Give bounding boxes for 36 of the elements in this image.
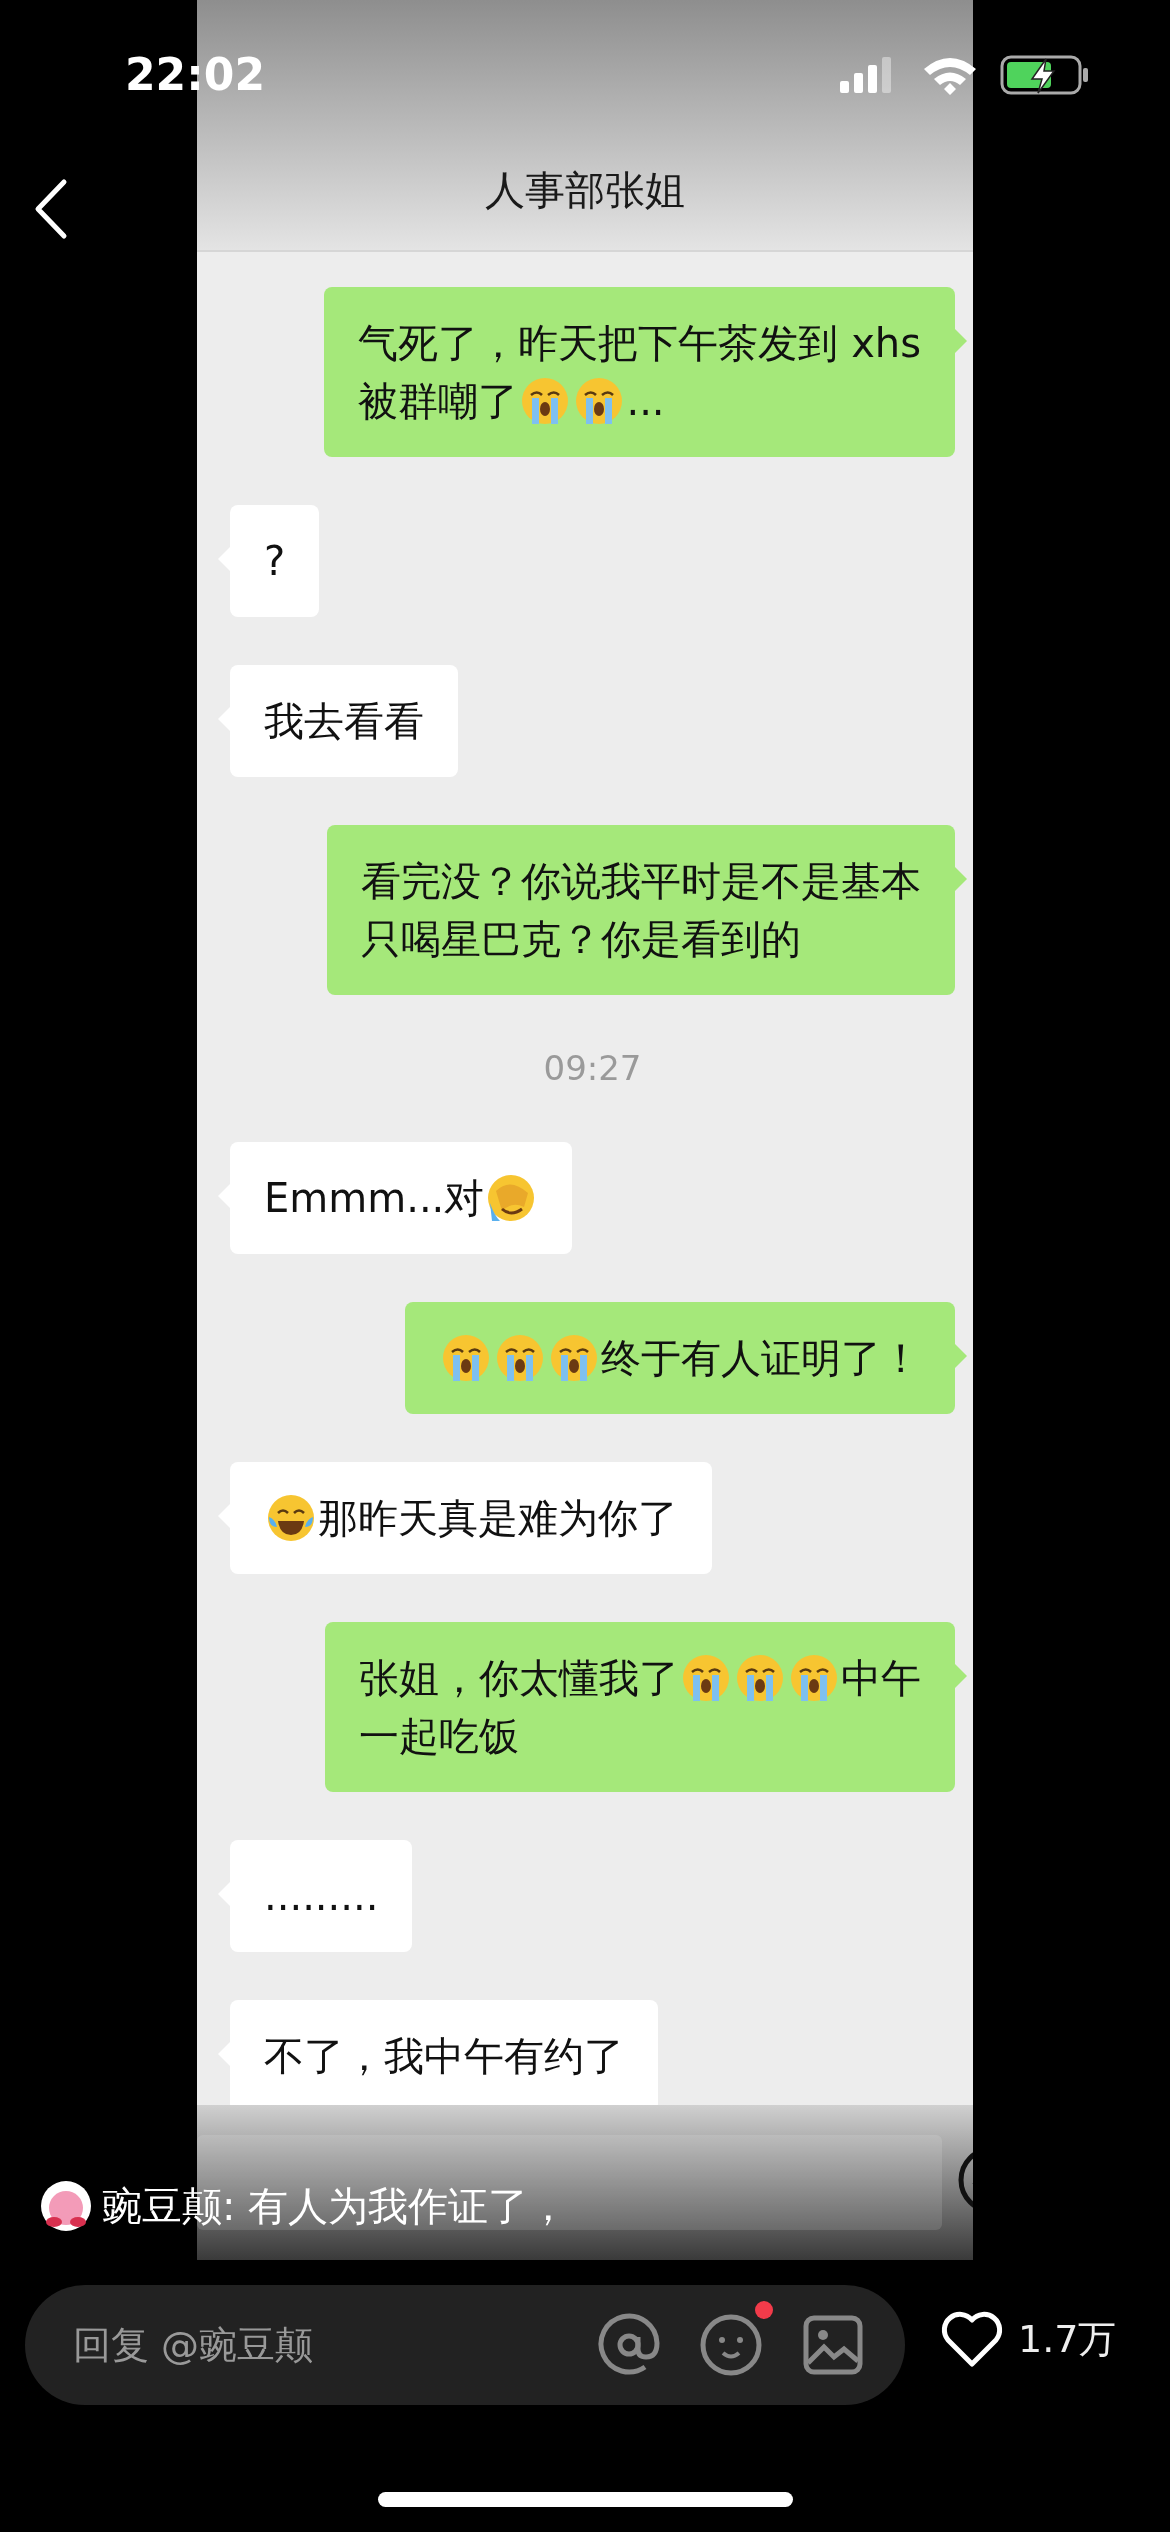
crying-face-icon [789,1653,839,1703]
message-text: ......... [264,1872,379,1921]
message-text: 看完没？你说我平时是不是基本 [361,857,921,906]
message-text: 张姐，你太懂我了 [359,1654,679,1703]
facepalm-face-icon [486,1173,537,1223]
smiley-icon[interactable] [699,2313,763,2377]
crying-face-icon [441,1333,491,1383]
message-text: 我去看看 [264,697,424,746]
like-count: 1.7万 [1018,2315,1117,2363]
crying-face-icon [735,1653,785,1703]
battery-charging-icon [1000,55,1090,95]
image-icon[interactable] [801,2313,865,2377]
message-text: ... [626,377,665,426]
crying-face-icon [574,376,625,426]
reply-input-field[interactable]: 回复 @豌豆颠 [25,2285,905,2405]
timestamp: 09:27 [543,1047,642,1090]
message-text: 气死了，昨天把下午茶发到 xhs [358,319,921,368]
message-text: 那昨天真是难为你了 [318,1494,678,1543]
avatar-icon [40,2180,92,2232]
message-text: ? [264,537,286,586]
message-text: 被群嘲了 [358,377,519,426]
message-text: 中午 [841,1654,921,1703]
wifi-icon [922,55,978,95]
laughing-face-icon [266,1493,316,1543]
heart-icon[interactable] [940,2310,1004,2368]
crying-face-icon [681,1653,731,1703]
crying-face-icon [520,376,571,426]
crying-face-icon [495,1333,545,1383]
message-text: 不了，我中午有约了 [264,2032,624,2081]
message-text: 一起吃饭 [359,1712,519,1761]
crying-face-icon [549,1333,599,1383]
message-text: 只喝星巴克？你是看到的 [361,915,801,964]
message-text: 终于有人证明了！ [601,1334,921,1383]
message-text: Emmm...对 [264,1174,485,1223]
at-sign-icon[interactable] [597,2313,661,2377]
chat-title: 人事部张姐 [485,166,685,215]
